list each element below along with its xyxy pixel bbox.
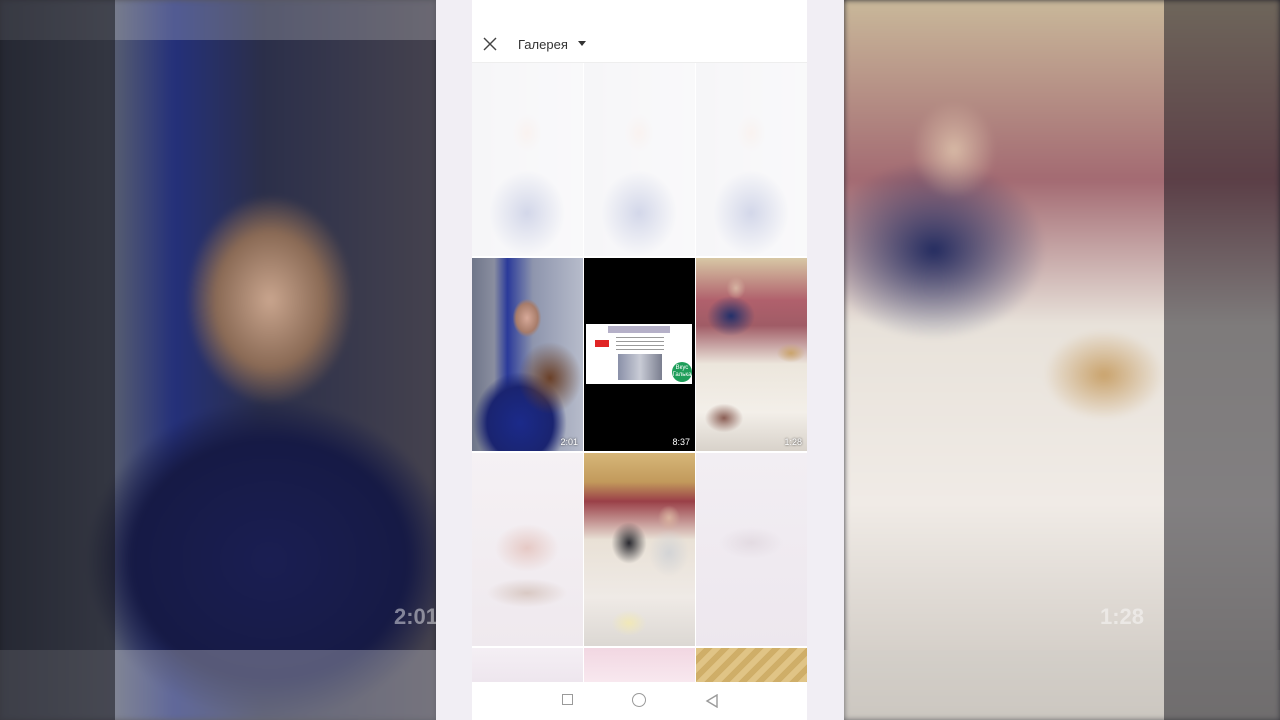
close-icon[interactable] [482, 36, 498, 52]
media-thumbnail-video[interactable]: 1:28 [696, 258, 807, 451]
video-duration: 2:01 [560, 437, 578, 447]
arrow-icon [595, 340, 609, 347]
media-thumbnail[interactable] [584, 648, 695, 682]
background-left-duration: 2:01 [394, 604, 439, 629]
system-nav-bar [472, 682, 807, 720]
media-thumbnail-video[interactable]: 2:01 [472, 258, 583, 451]
background-left-edge [0, 0, 115, 720]
media-thumbnail-video[interactable]: Вкус Галька 8:37 [584, 258, 695, 451]
media-thumbnail[interactable] [472, 453, 583, 646]
media-thumbnail[interactable] [584, 453, 695, 646]
gallery-header: Галерея [472, 0, 807, 63]
background-right-edge [1164, 0, 1280, 720]
background-right-duration: 1:28 [1100, 604, 1145, 629]
media-thumbnail[interactable] [472, 648, 583, 682]
video-duration: 8:37 [672, 437, 690, 447]
chevron-down-icon[interactable] [578, 41, 586, 46]
square-icon[interactable] [562, 694, 573, 705]
media-thumbnail[interactable] [696, 648, 807, 682]
media-thumbnail[interactable] [696, 63, 807, 256]
phone-screen: Галерея 2:01 Вкус Галька 8:37 1:28 [436, 0, 844, 720]
media-thumbnail[interactable] [696, 453, 807, 646]
circle-icon[interactable] [632, 693, 646, 707]
channel-logo: Вкус Галька [672, 362, 692, 382]
media-thumbnail[interactable] [472, 63, 583, 256]
gallery-picker: Галерея 2:01 Вкус Галька 8:37 1:28 [472, 0, 807, 720]
triangle-back-icon[interactable] [705, 694, 719, 708]
video-duration: 1:28 [784, 437, 802, 447]
media-thumbnail[interactable] [584, 63, 695, 256]
gallery-title[interactable]: Галерея [518, 37, 568, 52]
slide-preview: Вкус Галька [586, 324, 692, 384]
